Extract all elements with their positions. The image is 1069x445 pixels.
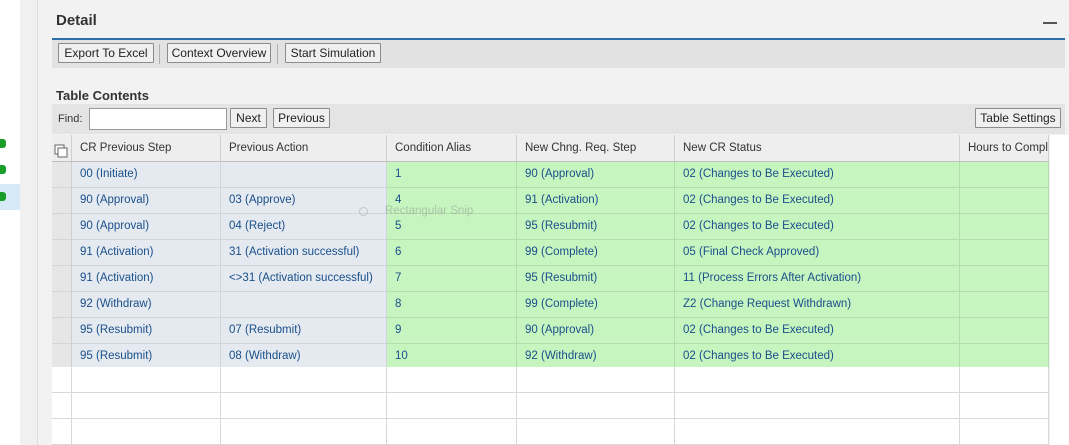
empty-cell[interactable]: [72, 367, 221, 393]
empty-cell[interactable]: [72, 393, 221, 419]
table-cell[interactable]: 02 (Changes to Be Executed): [675, 214, 960, 240]
start-simulation-button[interactable]: Start Simulation: [285, 43, 381, 63]
table-cell[interactable]: [960, 214, 1049, 240]
column-header[interactable]: New CR Status: [675, 135, 960, 162]
column-header[interactable]: Previous Action: [221, 135, 387, 162]
table-cell[interactable]: 90 (Approval): [517, 318, 675, 344]
table-contents-title: Table Contents: [56, 88, 149, 103]
column-header[interactable]: Hours to Compl: [960, 135, 1049, 162]
table-cell[interactable]: 9: [387, 318, 517, 344]
table-cell[interactable]: 02 (Changes to Be Executed): [675, 318, 960, 344]
empty-cell[interactable]: [221, 419, 387, 445]
find-toolbar: Find: Next Previous Table Settings: [52, 104, 1065, 134]
table-cell[interactable]: 8: [387, 292, 517, 318]
row-selector[interactable]: [52, 240, 72, 266]
table-cell[interactable]: Z2 (Change Request Withdrawn): [675, 292, 960, 318]
table-cell[interactable]: [960, 318, 1049, 344]
table-cell[interactable]: 90 (Approval): [517, 162, 675, 188]
column-header[interactable]: Condition Alias: [387, 135, 517, 162]
table-cell[interactable]: 07 (Resubmit): [221, 318, 387, 344]
detail-panel: Detail Export To Excel Context Overview …: [38, 0, 1069, 445]
row-selector[interactable]: [52, 188, 72, 214]
toolbar-separator: [159, 44, 160, 64]
row-selector[interactable]: [52, 292, 72, 318]
table-cell[interactable]: 6: [387, 240, 517, 266]
empty-cell[interactable]: [221, 393, 387, 419]
empty-cell[interactable]: [72, 419, 221, 445]
table-cell[interactable]: 90 (Approval): [72, 214, 221, 240]
row-selector[interactable]: [52, 393, 72, 419]
table-cell[interactable]: [221, 162, 387, 188]
pane-splitter[interactable]: [20, 0, 38, 445]
status-dot-icon: [0, 165, 6, 174]
table-cell[interactable]: 95 (Resubmit): [72, 318, 221, 344]
row-selector[interactable]: [52, 266, 72, 292]
table-cell[interactable]: 91 (Activation): [517, 188, 675, 214]
table-cell[interactable]: 00 (Initiate): [72, 162, 221, 188]
find-input[interactable]: [89, 108, 227, 130]
status-dot-icon: [0, 192, 6, 201]
context-overview-button[interactable]: Context Overview: [167, 43, 271, 63]
table-cell[interactable]: <>31 (Activation successful): [221, 266, 387, 292]
table-cell[interactable]: [960, 240, 1049, 266]
table-cell[interactable]: 95 (Resubmit): [517, 266, 675, 292]
rectangular-snip-overlay: Rectangular Snip: [355, 205, 495, 219]
table-cell[interactable]: 99 (Complete): [517, 240, 675, 266]
export-to-excel-button[interactable]: Export To Excel: [58, 43, 154, 63]
row-selector[interactable]: [52, 214, 72, 240]
empty-cell[interactable]: [387, 393, 517, 419]
row-selector[interactable]: [52, 318, 72, 344]
minimize-icon[interactable]: [1043, 22, 1057, 24]
table-cell[interactable]: [221, 292, 387, 318]
empty-cell[interactable]: [675, 393, 960, 419]
detail-toolbar: Export To Excel Context Overview Start S…: [52, 40, 1065, 68]
table-cell[interactable]: 91 (Activation): [72, 240, 221, 266]
table-cell[interactable]: [960, 266, 1049, 292]
next-button[interactable]: Next: [230, 108, 267, 128]
row-selector[interactable]: [52, 162, 72, 188]
column-header[interactable]: CR Previous Step: [72, 135, 221, 162]
empty-cell[interactable]: [675, 367, 960, 393]
table-cell[interactable]: [960, 188, 1049, 214]
table-cell[interactable]: [960, 292, 1049, 318]
table-cell[interactable]: 02 (Changes to Be Executed): [675, 188, 960, 214]
table-cell[interactable]: [960, 162, 1049, 188]
select-all-header[interactable]: [52, 135, 72, 162]
right-gutter: [1050, 135, 1069, 445]
table-cell[interactable]: 7: [387, 266, 517, 292]
status-dot-icon: [0, 139, 6, 148]
empty-cell[interactable]: [517, 419, 675, 445]
column-header[interactable]: New Chng. Req. Step: [517, 135, 675, 162]
left-navigation-pane: [0, 0, 20, 445]
empty-cell[interactable]: [221, 367, 387, 393]
table-cell[interactable]: 11 (Process Errors After Activation): [675, 266, 960, 292]
empty-cell[interactable]: [387, 367, 517, 393]
find-label: Find:: [58, 113, 83, 125]
empty-cell[interactable]: [517, 393, 675, 419]
empty-cell[interactable]: [960, 419, 1049, 445]
empty-cell[interactable]: [960, 393, 1049, 419]
table-cell[interactable]: 31 (Activation successful): [221, 240, 387, 266]
row-selector[interactable]: [52, 367, 72, 393]
table-cell[interactable]: 05 (Final Check Approved): [675, 240, 960, 266]
table-cell[interactable]: 02 (Changes to Be Executed): [675, 162, 960, 188]
empty-cell[interactable]: [960, 367, 1049, 393]
select-all-icon: [54, 144, 68, 158]
row-selector[interactable]: [52, 419, 72, 445]
snip-icon: [359, 207, 368, 216]
table-cell[interactable]: 90 (Approval): [72, 188, 221, 214]
table-cell[interactable]: 99 (Complete): [517, 292, 675, 318]
panel-title: Detail: [56, 12, 97, 29]
empty-cell[interactable]: [387, 419, 517, 445]
table-cell[interactable]: 92 (Withdraw): [72, 292, 221, 318]
snip-label: Rectangular Snip: [385, 205, 474, 217]
table-cell[interactable]: 95 (Resubmit): [517, 214, 675, 240]
previous-button[interactable]: Previous: [273, 108, 330, 128]
table-cell[interactable]: 91 (Activation): [72, 266, 221, 292]
table-settings-button[interactable]: Table Settings: [975, 108, 1061, 128]
toolbar-separator: [277, 44, 278, 64]
empty-cell[interactable]: [675, 419, 960, 445]
table-cell[interactable]: 1: [387, 162, 517, 188]
empty-cell[interactable]: [517, 367, 675, 393]
